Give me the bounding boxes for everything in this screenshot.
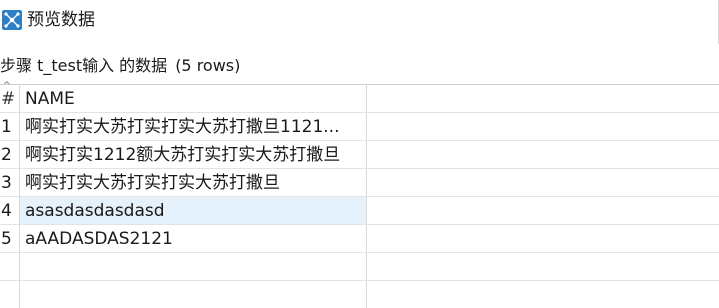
step-info-text: 步骤 t_test输入 的数据 — [0, 56, 168, 75]
preview-data-dialog: 预览数据 步骤 t_test输入 的数据 (5 rows) ^ # NAME 1 … — [0, 0, 719, 308]
column-header-index[interactable]: ^ # — [0, 82, 20, 113]
empty-header-area — [367, 85, 719, 112]
table-row-selected[interactable]: 4 asasdasdasdasd — [0, 197, 719, 225]
title-bar: 预览数据 — [0, 0, 719, 44]
header-row: ^ # NAME — [0, 82, 719, 113]
table-row[interactable]: 2 啊实打实1212额大苏打实打实大苏打撒旦 — [0, 141, 719, 169]
name-cell[interactable]: asasdasdasdasd — [20, 197, 367, 224]
step-info-label: 步骤 t_test输入 的数据 (5 rows) — [0, 55, 240, 77]
name-cell[interactable]: 啊实打实大苏打实打实大苏打撒旦 — [20, 169, 367, 196]
name-cell[interactable]: aAADASDAS2121 — [20, 225, 367, 252]
name-cell[interactable]: 啊实打实大苏打实打实大苏打撒旦1121... — [20, 113, 367, 140]
empty-cell — [367, 113, 719, 140]
empty-cell — [367, 141, 719, 168]
empty-row — [0, 253, 719, 281]
row-number: 2 — [0, 141, 20, 169]
window-title: 预览数据 — [27, 10, 95, 30]
preview-grid[interactable]: ^ # NAME 1 啊实打实大苏打实打实大苏打撒旦1121... 2 啊实打实… — [0, 82, 719, 308]
table-row[interactable]: 1 啊实打实大苏打实打实大苏打撒旦1121... — [0, 113, 719, 141]
row-count: (5 rows) — [175, 56, 241, 75]
empty-cell — [367, 197, 719, 224]
empty-cell — [367, 169, 719, 196]
name-cell[interactable]: 啊实打实1212额大苏打实打实大苏打撒旦 — [20, 141, 367, 168]
row-number: 5 — [0, 225, 20, 253]
empty-cell — [367, 225, 719, 252]
row-number: 4 — [0, 197, 20, 225]
empty-cell — [367, 281, 719, 308]
empty-row — [0, 281, 719, 308]
table-row[interactable]: 5 aAADASDAS2121 — [0, 225, 719, 253]
name-cell-empty — [20, 253, 367, 280]
column-header-index-label: # — [1, 89, 16, 109]
column-header-name[interactable]: NAME — [20, 85, 367, 112]
preview-app-icon — [2, 10, 22, 30]
row-number-empty — [0, 253, 20, 281]
row-number: 3 — [0, 169, 20, 197]
table-row[interactable]: 3 啊实打实大苏打实打实大苏打撒旦 — [0, 169, 719, 197]
row-number: 1 — [0, 113, 20, 141]
empty-cell — [367, 253, 719, 280]
name-cell-empty — [20, 281, 367, 308]
row-number-empty — [0, 281, 20, 308]
